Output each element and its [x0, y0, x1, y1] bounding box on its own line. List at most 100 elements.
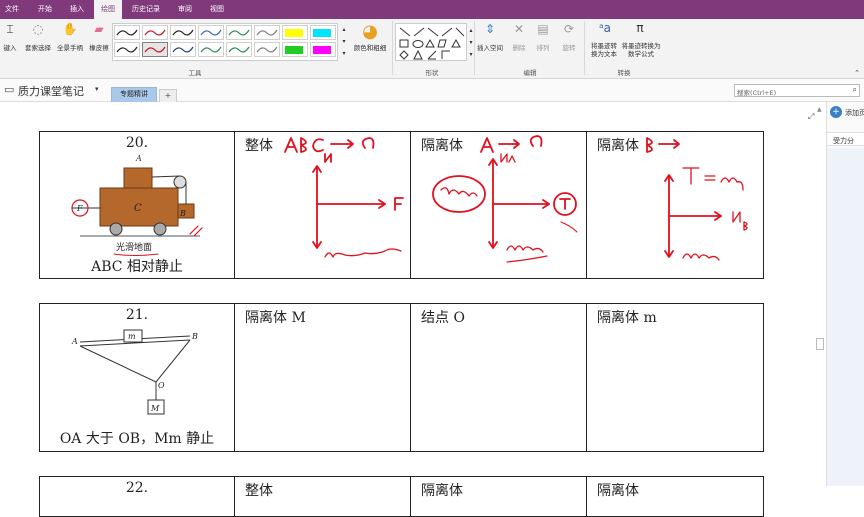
pen-swatch[interactable] — [114, 42, 140, 57]
tab-history[interactable]: 历史记录 — [126, 0, 166, 19]
label-f: F — [76, 204, 83, 213]
ink-to-text-icon: ᵃa — [598, 21, 612, 35]
delete-button[interactable]: 删除 — [508, 44, 530, 52]
pen-swatch[interactable] — [170, 42, 196, 57]
cell-title: 整体 — [245, 483, 273, 499]
label-b: B — [191, 332, 198, 341]
pen-swatch[interactable] — [282, 25, 308, 40]
tab-home[interactable]: 开始 — [30, 0, 60, 19]
section-tab[interactable]: 专题精讲 — [111, 87, 157, 102]
tab-insert[interactable]: 插入 — [62, 0, 92, 19]
search-box[interactable]: 搜索(Ctrl+E) ⌕ — [734, 84, 860, 97]
pen-swatch[interactable] — [198, 25, 224, 40]
type-button[interactable]: 键入 — [0, 44, 20, 52]
rotate-icon: ⟳ — [563, 22, 575, 36]
tab-file[interactable]: 文件 — [0, 0, 24, 19]
pen-swatch[interactable] — [114, 25, 140, 40]
label-m: m — [128, 332, 136, 341]
notebook-icon: ▭ — [4, 83, 15, 96]
question-number: 22. — [125, 480, 149, 496]
group-shapes-label: 形状 — [425, 69, 439, 77]
cell-title: 隔离体 M — [245, 310, 306, 326]
surface-label: 光滑地面 — [116, 241, 152, 253]
figure-cell: 21. A B m O M OA 大于 OB，Mm 静止 — [39, 303, 235, 452]
pen-swatch[interactable] — [226, 25, 252, 40]
cell-node-o[interactable]: 结点 O — [410, 303, 587, 452]
page-list-pane: + 添加页 受力分 — [826, 102, 864, 486]
search-input[interactable]: 搜索(Ctrl+E) — [737, 87, 776, 97]
tab-review[interactable]: 审阅 — [170, 0, 200, 19]
note-page[interactable]: ⤢ 20. A C B F 光滑地面 ABC 相对静止 整体 隔离体 隔离体 2… — [0, 102, 826, 517]
question-table-21: 21. A B m O M OA 大于 OB，Mm 静止 隔离体 M 结点 O … — [39, 303, 764, 452]
tab-draw[interactable]: 绘图 — [94, 0, 122, 19]
color-thickness-button[interactable]: 颜色和粗细 — [348, 44, 392, 52]
cell-title: 结点 O — [421, 310, 465, 326]
eraser-icon: ▰ — [94, 22, 104, 36]
pan-hand-button[interactable]: 全景手柄 — [54, 44, 86, 52]
cell-whole[interactable]: 整体 — [234, 476, 411, 517]
cell-isolate-big-m[interactable]: 隔离体 M — [234, 303, 411, 452]
lasso-select-button[interactable]: 套索选择 — [22, 44, 54, 52]
ink-to-text-button[interactable]: 将墨迹转换为文本 — [588, 42, 620, 58]
shapes-icon — [399, 27, 465, 60]
label-b: B — [179, 209, 186, 218]
label-c: C — [134, 203, 142, 214]
insert-space-icon: ⇕ — [484, 22, 496, 36]
ink-to-math-icon: π — [636, 21, 644, 35]
figure-cell: 20. A C B F 光滑地面 ABC 相对静止 — [39, 131, 235, 279]
pen-swatch[interactable] — [142, 25, 168, 40]
page-title: 受力分 — [833, 137, 854, 145]
rotate-button[interactable]: 旋转 — [558, 44, 580, 52]
pen-swatch[interactable] — [142, 42, 168, 57]
cell-whole[interactable]: 整体 — [234, 131, 411, 279]
pen-swatch[interactable] — [310, 42, 336, 57]
vertical-scrollbar[interactable]: ▲ — [814, 102, 826, 486]
pen-swatch[interactable] — [254, 25, 280, 40]
ribbon: ⌶ 键入 ◌ 套索选择 ✋ 全景手柄 ▰ 橡皮擦 ▴ ▾ ▾ ◕ 颜色和粗细 工具 … — [0, 19, 864, 79]
pan-hand-icon: ✋ — [62, 22, 78, 36]
question-table-22: 22. 整体 隔离体 隔离体 — [39, 476, 764, 517]
question-number: 20. — [125, 135, 149, 151]
insert-space-button[interactable]: 插入空间 — [474, 44, 506, 52]
cell-isolate[interactable]: 隔离体 — [410, 476, 587, 517]
handwritten-diagram — [646, 137, 748, 261]
page-list-item[interactable]: 受力分 — [827, 132, 864, 146]
add-page-icon[interactable]: + — [830, 106, 842, 118]
lasso-icon: ◌ — [32, 22, 44, 36]
label-a: A — [71, 337, 78, 346]
pen-swatch[interactable] — [198, 42, 224, 57]
collapse-ribbon-icon[interactable]: ⌃ — [852, 69, 862, 77]
cell-isolate-b[interactable]: 隔离体 — [586, 131, 764, 279]
label-o: O — [158, 381, 165, 390]
cell-isolate-m[interactable]: 隔离体 m — [586, 303, 764, 452]
arrange-button[interactable]: 排列 — [532, 44, 554, 52]
shapes-gallery[interactable] — [395, 23, 467, 61]
pen-swatch[interactable] — [170, 25, 196, 40]
label-a: A — [135, 154, 142, 163]
page-list-area — [827, 148, 864, 486]
title-bar: 文件 开始 插入 绘图 历史记录 审阅 视图 — [0, 0, 864, 19]
gallery-scroll[interactable]: ▴ ▾ ▾ — [340, 24, 348, 60]
add-section-button[interactable]: + — [159, 89, 177, 102]
search-icon[interactable]: ⌕ — [853, 85, 857, 95]
scroll-thumb[interactable] — [816, 338, 824, 350]
figure-cell: 22. — [39, 476, 235, 517]
notebook-bar: ▭ 质力课堂笔记 ▾ 专题精讲 + 搜索(Ctrl+E) ⌕ — [0, 79, 864, 102]
chevron-down-icon[interactable]: ▾ — [95, 85, 99, 93]
cell-isolate[interactable]: 隔离体 — [586, 476, 764, 517]
group-tools-label: 工具 — [188, 69, 202, 77]
ink-to-math-button[interactable]: 将墨迹转换为数学公式 — [620, 42, 662, 58]
pen-swatch[interactable] — [254, 42, 280, 57]
tab-view[interactable]: 视图 — [202, 0, 232, 19]
pen-swatch[interactable] — [282, 42, 308, 57]
pen-swatch[interactable] — [310, 25, 336, 40]
pen-swatch[interactable] — [226, 42, 252, 57]
rope-figure: A B m O M — [71, 329, 198, 415]
scroll-up-icon[interactable]: ▲ — [817, 106, 822, 113]
notebook-name[interactable]: 质力课堂笔记 — [18, 83, 84, 99]
cell-isolate-a[interactable]: 隔离体 — [410, 131, 587, 279]
handwritten-diagram — [432, 135, 578, 263]
eraser-button[interactable]: 橡皮擦 — [86, 44, 112, 52]
block-figure: A C B F 光滑地面 — [71, 154, 203, 256]
add-page-button[interactable]: 添加页 — [845, 108, 864, 118]
